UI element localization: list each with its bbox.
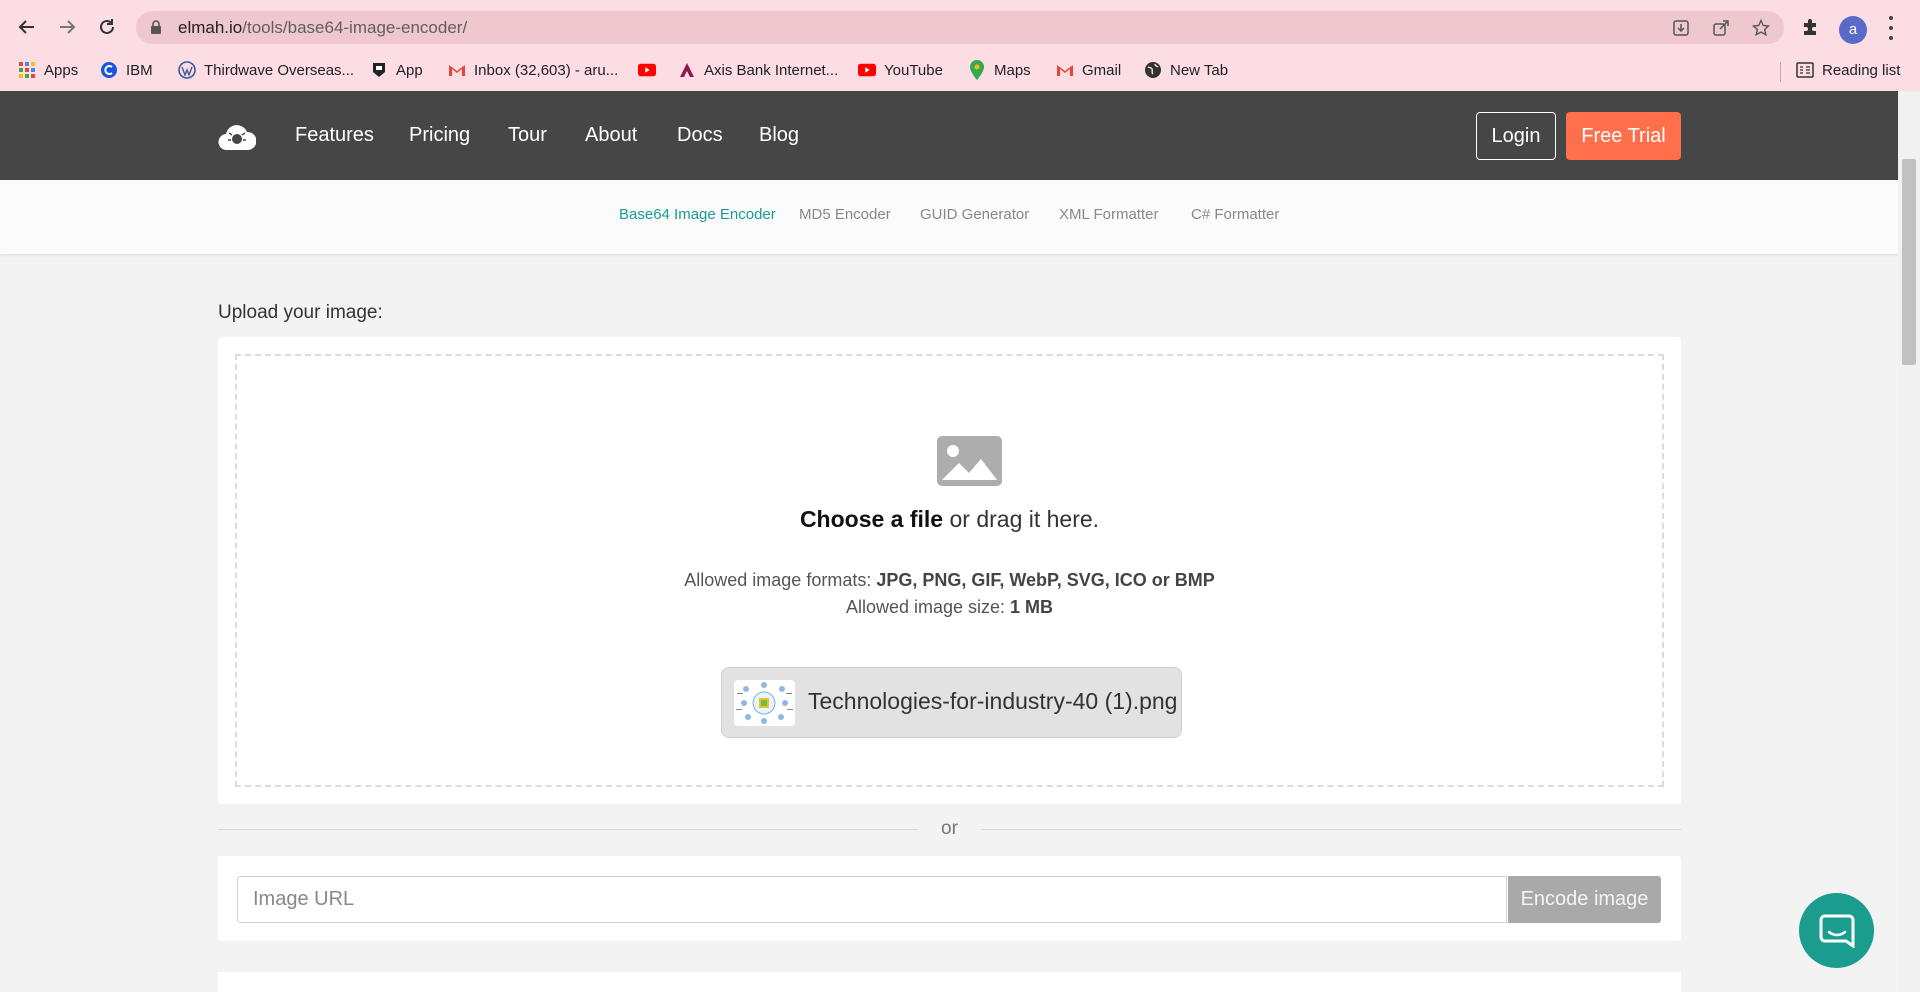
bookmark-thirdwave[interactable]: Thirdwave Overseas... — [178, 58, 354, 82]
reading-list-icon — [1796, 61, 1814, 79]
result-card-top — [218, 972, 1681, 992]
forward-arrow-icon — [60, 20, 76, 34]
app-icon — [370, 61, 388, 79]
subnav-base64-image-encoder[interactable]: Base64 Image Encoder — [619, 206, 776, 223]
ibm-icon — [100, 61, 118, 79]
image-url-input[interactable] — [237, 876, 1507, 923]
browser-toolbar: elmah.io/tools/base64-image-encoder/ a A… — [0, 0, 1920, 91]
nav-docs[interactable]: Docs — [677, 124, 723, 147]
bookmark-label: App — [396, 61, 423, 79]
apps-grid-icon — [18, 61, 36, 79]
bookmark-gmail[interactable]: Gmail — [1056, 58, 1121, 82]
subnav-guid-generator[interactable]: GUID Generator — [920, 206, 1029, 223]
image-placeholder-icon — [937, 436, 1002, 486]
lock-icon — [151, 20, 161, 34]
address-bar[interactable]: elmah.io/tools/base64-image-encoder/ — [136, 11, 1784, 44]
axis-bank-icon — [678, 61, 696, 79]
bookmarks-divider — [1780, 62, 1781, 82]
free-trial-button[interactable]: Free Trial — [1566, 112, 1681, 160]
nav-about[interactable]: About — [585, 124, 637, 147]
reload-icon — [100, 19, 114, 34]
globe-icon — [1144, 61, 1162, 79]
page-scrollbar[interactable] — [1898, 91, 1920, 992]
site-header: Features Pricing Tour About Docs Blog Lo… — [0, 91, 1898, 180]
subnav-md5-encoder[interactable]: MD5 Encoder — [799, 206, 891, 223]
nav-tour[interactable]: Tour — [508, 124, 547, 147]
bookmark-inbox[interactable]: Inbox (32,603) - aru... — [448, 58, 618, 82]
upload-card: Choose a file or drag it here. Allowed i… — [218, 337, 1681, 804]
reading-list-label: Reading list — [1822, 61, 1901, 79]
bookmark-new-tab[interactable]: New Tab — [1144, 58, 1228, 82]
nav-pricing[interactable]: Pricing — [409, 124, 470, 147]
youtube-icon — [858, 61, 876, 79]
reading-list-button[interactable]: Reading list — [1796, 58, 1900, 82]
bookmark-axis-bank[interactable]: Axis Bank Internet... — [678, 58, 838, 82]
maps-icon — [968, 60, 986, 80]
selected-file-chip[interactable]: Technologies-for-industry-40 (1).png — [721, 667, 1182, 738]
bookmark-label: Apps — [44, 61, 79, 79]
bookmark-app[interactable]: App — [370, 58, 423, 82]
wordpress-icon — [178, 61, 196, 79]
gmail-icon — [448, 61, 466, 79]
bookmark-youtube-unnamed[interactable] — [638, 58, 656, 82]
back-button[interactable] — [12, 12, 42, 42]
formats-line: Allowed image formats: JPG, PNG, GIF, We… — [237, 567, 1662, 594]
address-row: elmah.io/tools/base64-image-encoder/ a — [0, 4, 1920, 50]
youtube-icon — [638, 61, 656, 79]
chat-widget-button[interactable] — [1799, 893, 1874, 968]
install-app-icon[interactable] — [1670, 17, 1692, 39]
subnav-xml-formatter[interactable]: XML Formatter — [1059, 206, 1158, 223]
bookmark-label: New Tab — [1170, 61, 1229, 79]
size-value: 1 MB — [1010, 597, 1054, 617]
login-button[interactable]: Login — [1476, 112, 1556, 160]
url-text: elmah.io/tools/base64-image-encoder/ — [178, 18, 467, 38]
chat-bubble-icon — [1819, 914, 1854, 948]
profile-avatar[interactable]: a — [1839, 16, 1867, 44]
subnav-csharp-formatter[interactable]: C# Formatter — [1191, 206, 1279, 223]
bookmark-apps[interactable]: Apps — [18, 58, 78, 82]
choose-file-link[interactable]: Choose a file — [800, 506, 943, 532]
bookmark-label: Maps — [994, 61, 1031, 79]
separator-line-right — [981, 829, 1681, 830]
forward-button[interactable] — [52, 12, 82, 42]
nav-blog[interactable]: Blog — [759, 124, 799, 147]
file-thumbnail — [734, 680, 795, 726]
encode-image-button[interactable]: Encode image — [1508, 876, 1661, 923]
size-label: Allowed image size: — [845, 597, 1011, 617]
formats-value: JPG, PNG, GIF, WebP, SVG, ICO or BMP — [876, 570, 1215, 590]
bookmark-ibm[interactable]: IBM — [100, 58, 153, 82]
bookmark-label: YouTube — [884, 61, 943, 79]
bookmark-maps[interactable]: Maps — [968, 58, 1031, 82]
size-line: Allowed image size: 1 MB — [237, 594, 1662, 621]
share-icon[interactable] — [1710, 17, 1732, 39]
bookmarks-bar: Apps IBM Thirdwave Overseas... App Inbox… — [0, 52, 1920, 88]
browser-menu-icon[interactable] — [1886, 16, 1896, 40]
url-path: /tools/base64-image-encoder/ — [242, 18, 468, 37]
bookmark-youtube[interactable]: YouTube — [858, 58, 943, 82]
elmah-logo-icon[interactable] — [218, 121, 257, 151]
bookmark-label: IBM — [126, 61, 153, 79]
scrollbar-thumb[interactable] — [1902, 159, 1916, 365]
url-domain: elmah.io — [178, 18, 243, 37]
drag-text: or drag it here. — [943, 506, 1100, 532]
bookmark-label: Inbox (32,603) - aru... — [474, 61, 619, 79]
allowed-formats-info: Allowed image formats: JPG, PNG, GIF, We… — [237, 567, 1662, 621]
or-separator: or — [218, 818, 1681, 842]
tools-subnav: Base64 Image Encoder MD5 Encoder GUID Ge… — [0, 180, 1898, 255]
file-dropzone[interactable]: Choose a file or drag it here. Allowed i… — [235, 354, 1664, 787]
bookmark-label: Axis Bank Internet... — [704, 61, 839, 79]
choose-file-line: Choose a file or drag it here. — [237, 506, 1662, 533]
upload-label: Upload your image: — [218, 302, 383, 323]
file-name: Technologies-for-industry-40 (1).png — [808, 688, 1178, 714]
back-arrow-icon — [18, 20, 34, 34]
nav-features[interactable]: Features — [295, 124, 374, 147]
bookmark-label: Gmail — [1082, 61, 1122, 79]
bookmark-label: Thirdwave Overseas... — [204, 61, 355, 79]
reload-button[interactable] — [92, 12, 122, 42]
formats-label: Allowed image formats: — [684, 570, 877, 590]
extensions-puzzle-icon[interactable] — [1800, 16, 1822, 43]
url-form-card: Encode image — [218, 856, 1681, 941]
bookmark-star-icon[interactable] — [1750, 17, 1772, 39]
gmail-icon — [1056, 61, 1074, 79]
